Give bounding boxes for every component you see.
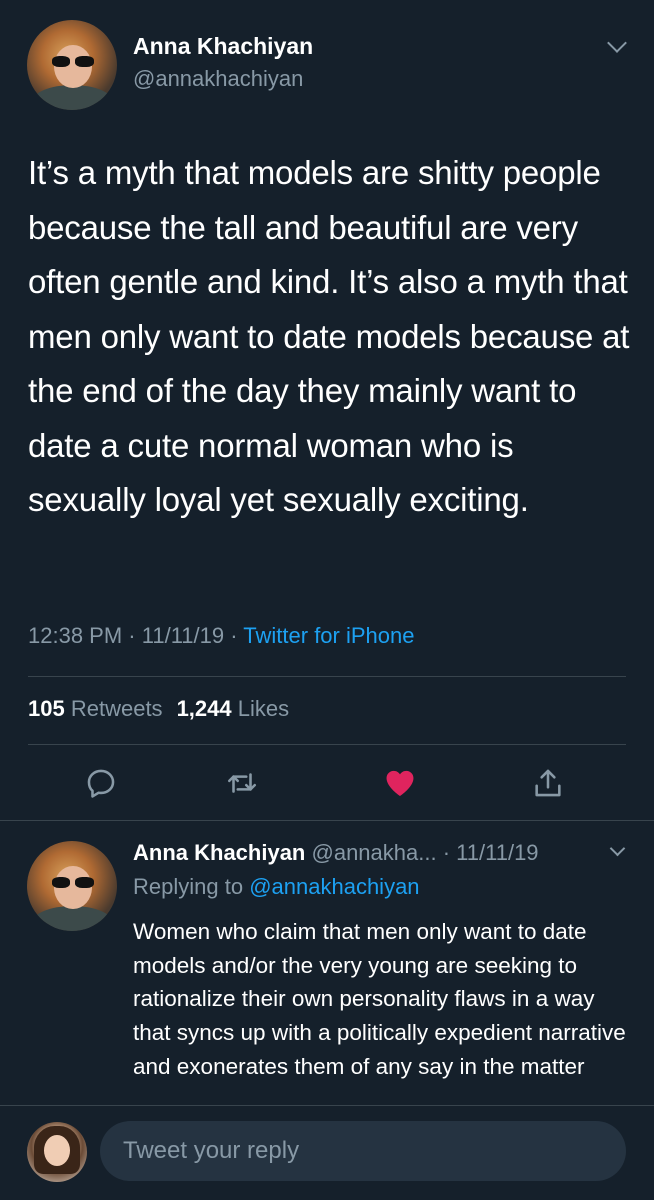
reply-author-name[interactable]: Anna Khachiyan (133, 840, 305, 865)
tweet-stats: 105 Retweets 1,244 Likes (28, 696, 289, 722)
reply-date: 11/11/19 (456, 840, 539, 865)
action-bar (0, 760, 654, 806)
chevron-down-icon[interactable] (609, 840, 626, 857)
heart-icon (386, 770, 414, 797)
divider (0, 820, 654, 821)
chevron-down-icon[interactable] (607, 33, 627, 53)
author-name[interactable]: Anna Khachiyan (133, 33, 313, 60)
reply-tweet-text: Women who claim that men only want to da… (133, 919, 626, 1079)
reply-author-handle[interactable]: @annakha... (312, 840, 437, 865)
retweets-stat[interactable]: 105 Retweets (28, 696, 163, 721)
share-icon (535, 769, 561, 797)
reply-header: Anna Khachiyan @annakha... · 11/11/19 (133, 840, 539, 865)
reply-input[interactable]: Tweet your reply (100, 1121, 626, 1181)
tweet-detail-page: Anna Khachiyan @annakhachiyan It’s a myt… (0, 0, 654, 1200)
retweet-button[interactable] (225, 766, 259, 800)
tweet-meta: 12:38 PM · 11/11/19 · Twitter for iPhone (28, 623, 415, 648)
author-avatar[interactable] (27, 20, 117, 110)
replying-to-link[interactable]: @annakhachiyan (249, 874, 419, 899)
likes-stat[interactable]: 1,244 Likes (177, 696, 290, 721)
divider (28, 676, 626, 677)
reply-icon (87, 769, 115, 798)
reply-author-avatar[interactable] (27, 841, 117, 931)
replying-to: Replying to @annakhachiyan (133, 874, 420, 899)
divider (28, 744, 626, 745)
user-avatar[interactable] (27, 1122, 87, 1182)
like-button[interactable] (383, 766, 417, 800)
retweet-icon (227, 773, 257, 793)
tweet-text: It’s a myth that models are shitty peopl… (28, 154, 630, 518)
reply-composer: Tweet your reply (0, 1105, 654, 1200)
share-button[interactable] (531, 766, 565, 800)
tweet-time: 12:38 PM (28, 623, 123, 648)
reply-button[interactable] (84, 766, 118, 800)
tweet-source-link[interactable]: Twitter for iPhone (243, 623, 414, 648)
author-handle[interactable]: @annakhachiyan (133, 66, 303, 92)
tweet-date: 11/11/19 (141, 623, 225, 648)
